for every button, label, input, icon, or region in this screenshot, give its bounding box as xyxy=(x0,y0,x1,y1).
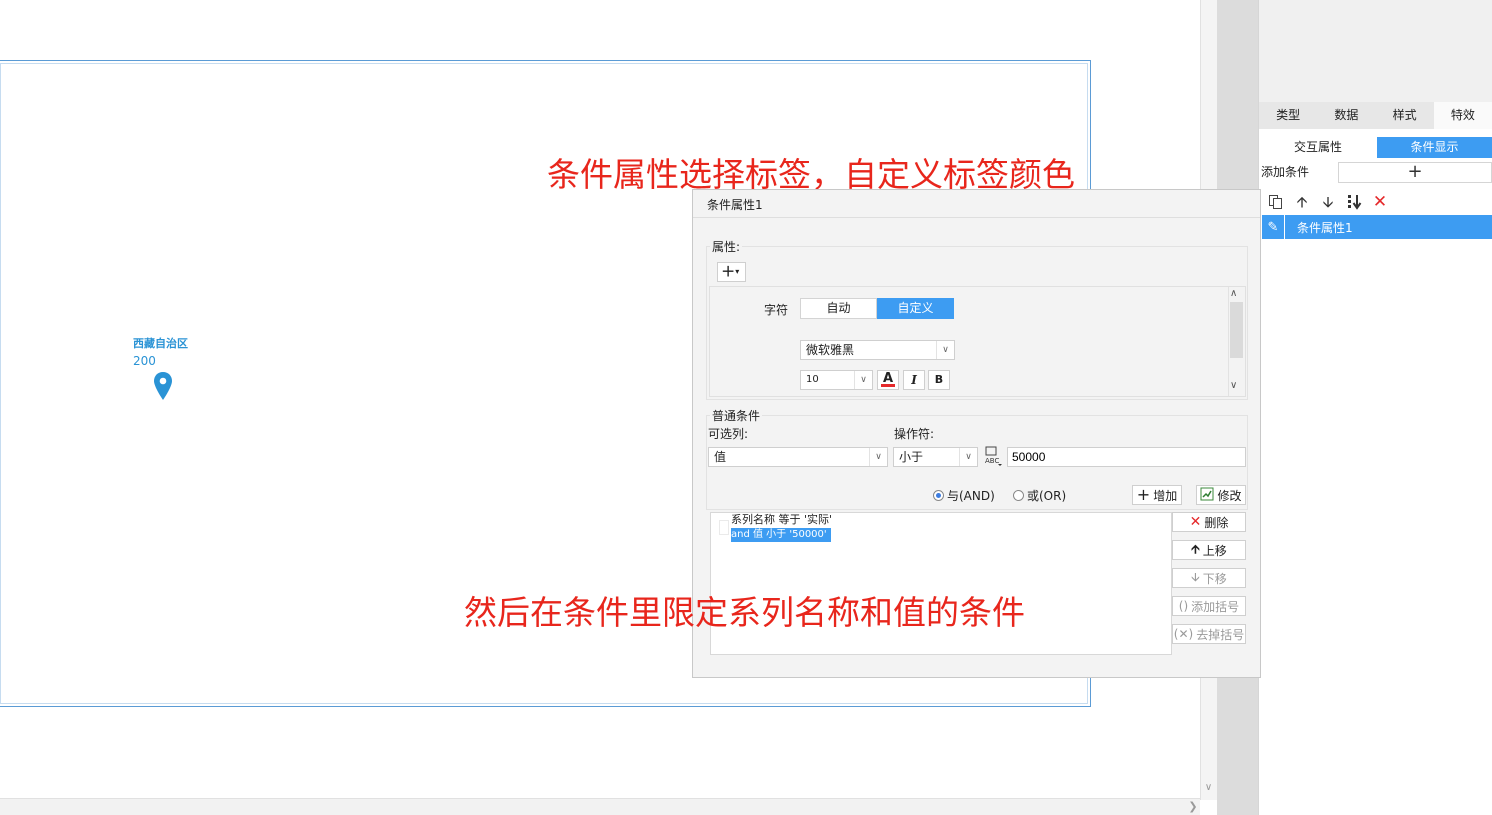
mode-auto-button[interactable]: 自动 xyxy=(800,298,877,319)
panel-tabs: 类型 数据 样式 特效 xyxy=(1259,102,1492,129)
operator-label: 操作符: xyxy=(894,427,935,441)
normal-condition-label: 普通条件 xyxy=(710,407,763,424)
remove-bracket-label: 去掉括号 xyxy=(1196,627,1245,642)
add-bracket-button[interactable]: () 添加括号 xyxy=(1172,596,1246,616)
plus-icon: + xyxy=(721,261,736,282)
delete-icon: ✕ xyxy=(1189,514,1202,530)
condition-list-item[interactable]: ✎ 条件属性1 xyxy=(1262,215,1492,239)
scroll-down-icon[interactable]: ∨ xyxy=(1201,782,1216,797)
bold-button[interactable]: B xyxy=(928,370,950,390)
column-label: 可选列: xyxy=(708,427,749,441)
scroll-up-icon[interactable]: ∧ xyxy=(1230,288,1237,299)
delete-label: 删除 xyxy=(1204,515,1229,530)
subtab-condition-display[interactable]: 条件显示 xyxy=(1377,137,1492,158)
move-down-button[interactable]: 🡫 下移 xyxy=(1172,568,1246,588)
radio-unselected-icon xyxy=(1013,490,1024,501)
delete-icon[interactable]: ✕ xyxy=(1372,194,1388,211)
tab-style[interactable]: 样式 xyxy=(1376,102,1434,129)
divider xyxy=(1284,215,1285,239)
operator-select[interactable]: 小于 ∨ xyxy=(893,447,978,467)
logic-or-radio[interactable]: 或(OR) xyxy=(1013,487,1066,504)
attributes-group-label: 属性: xyxy=(710,238,743,255)
italic-button[interactable]: I xyxy=(903,370,925,390)
edit-pencil-icon[interactable]: ✎ xyxy=(1262,220,1284,235)
tab-data[interactable]: 数据 xyxy=(1317,102,1375,129)
add-condition-row-button[interactable]: + 增加 xyxy=(1132,485,1182,505)
move-up-label: 上移 xyxy=(1202,543,1227,558)
panel-header-area xyxy=(1259,0,1492,102)
add-bracket-label: 添加括号 xyxy=(1191,599,1240,614)
condition-value-input[interactable] xyxy=(1007,447,1246,467)
scroll-down-icon[interactable]: ∨ xyxy=(1230,380,1237,391)
map-label-value: 200 xyxy=(133,354,156,368)
char-label: 字符 xyxy=(764,303,789,317)
panel-subtabs: 交互属性 条件显示 xyxy=(1259,137,1492,158)
value-type-icon[interactable]: ABC xyxy=(983,446,1003,468)
add-attribute-button[interactable]: +▾ xyxy=(717,262,746,282)
bracket-icon: () xyxy=(1178,599,1189,613)
chevron-down-icon[interactable]: ∨ xyxy=(854,371,872,389)
arrow-up-icon: 🡩 xyxy=(1191,541,1200,556)
remove-bracket-button[interactable]: (✕) 去掉括号 xyxy=(1172,624,1246,644)
condition-item-label: 条件属性1 xyxy=(1297,220,1353,235)
condition-toolbar: 🡩 🡫 ✕ xyxy=(1262,190,1492,214)
modify-label: 修改 xyxy=(1217,488,1242,503)
dialog-title: 条件属性1 xyxy=(707,198,763,212)
add-condition-label: 添加条件 xyxy=(1261,165,1310,179)
scroll-thumb[interactable] xyxy=(1230,302,1243,358)
arrow-down-icon[interactable]: 🡫 xyxy=(1320,194,1336,210)
condition-checkbox[interactable] xyxy=(719,520,729,535)
add-label: 增加 xyxy=(1153,488,1178,503)
mode-custom-button[interactable]: 自定义 xyxy=(877,298,954,319)
map-pin-icon xyxy=(154,372,172,400)
logic-and-radio[interactable]: 与(AND) xyxy=(933,487,995,504)
map-label-name: 西藏自治区 xyxy=(133,337,188,350)
add-condition-button[interactable]: + xyxy=(1338,162,1492,183)
tab-effects[interactable]: 特效 xyxy=(1433,102,1492,129)
annotation-text-2: 然后在条件里限定系列名称和值的条件 xyxy=(464,593,1025,632)
attribute-editor xyxy=(709,286,1246,397)
font-family-value: 微软雅黑 xyxy=(806,343,855,357)
scroll-right-icon[interactable]: ❯ xyxy=(1186,800,1200,814)
modify-condition-button[interactable]: 修改 xyxy=(1196,485,1246,505)
move-bottom-icon[interactable] xyxy=(1346,194,1362,210)
column-select[interactable]: 值 ∨ xyxy=(708,447,888,467)
logic-and-label: 与(AND) xyxy=(947,489,995,503)
tab-type[interactable]: 类型 xyxy=(1259,102,1317,129)
font-color-button[interactable]: A xyxy=(877,370,899,390)
divider xyxy=(693,217,1260,218)
subtab-interaction[interactable]: 交互属性 xyxy=(1259,137,1377,158)
column-value: 值 xyxy=(714,450,727,464)
font-size-select[interactable]: 10 ∨ xyxy=(800,370,873,390)
logic-or-label: 或(OR) xyxy=(1027,489,1067,503)
font-family-select[interactable]: 微软雅黑 ∨ xyxy=(800,340,955,360)
chevron-down-icon[interactable]: ∨ xyxy=(959,448,977,466)
move-up-button[interactable]: 🡩 上移 xyxy=(1172,540,1246,560)
condition-row[interactable]: 系列名称 等于 '实际' xyxy=(731,513,832,527)
color-swatch xyxy=(881,384,895,387)
copy-icon[interactable] xyxy=(1268,194,1284,210)
delete-condition-button[interactable]: ✕ 删除 xyxy=(1172,512,1246,532)
horizontal-scrollbar[interactable] xyxy=(0,798,1200,815)
operator-value: 小于 xyxy=(899,450,924,464)
remove-bracket-icon: (✕) xyxy=(1173,627,1194,641)
svg-text:ABC: ABC xyxy=(985,457,999,465)
plus-icon: + xyxy=(1136,485,1151,504)
modify-icon xyxy=(1200,487,1214,504)
dropdown-caret-icon: ▾ xyxy=(735,267,740,276)
radio-selected-icon xyxy=(933,490,944,501)
condition-row-selected[interactable]: and 值 小于 '50000' xyxy=(731,528,831,542)
chevron-down-icon[interactable]: ∨ xyxy=(869,448,887,466)
move-down-label: 下移 xyxy=(1202,571,1227,586)
arrow-up-icon[interactable]: 🡩 xyxy=(1294,194,1310,210)
chevron-down-icon[interactable]: ∨ xyxy=(936,341,954,359)
font-size-value: 10 xyxy=(806,374,819,385)
arrow-down-icon: 🡫 xyxy=(1191,569,1200,584)
